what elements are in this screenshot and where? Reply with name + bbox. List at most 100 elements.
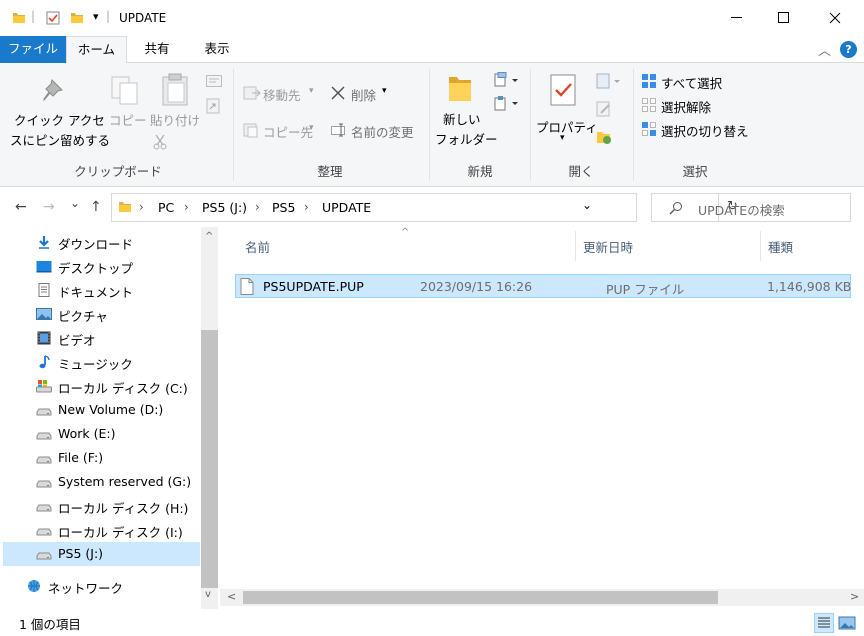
copy-path-icon[interactable] bbox=[206, 75, 222, 87]
drive-icon bbox=[36, 456, 52, 464]
collapse-ribbon-icon[interactable]: ︿ bbox=[818, 40, 831, 59]
nav-item-label: ダウンロード bbox=[58, 237, 134, 252]
scroll-down-arrow[interactable]: v bbox=[205, 589, 211, 600]
column-header-modified[interactable]: 更新日時 bbox=[583, 237, 633, 256]
select-all-label: すべて選択 bbox=[661, 76, 723, 91]
back-button[interactable]: ← bbox=[15, 199, 27, 215]
delete-button[interactable]: 削除 ▾ bbox=[329, 83, 393, 103]
new-group-label: 新規 bbox=[467, 164, 493, 179]
breadcrumb-pc[interactable]: PC bbox=[158, 200, 174, 215]
details-view-icon[interactable] bbox=[814, 613, 834, 633]
search-input[interactable]: UPDATEの検索 bbox=[651, 193, 851, 222]
breadcrumb-ps5-drive[interactable]: PS5 (J:) bbox=[202, 200, 247, 215]
new-folder-quick-icon[interactable] bbox=[70, 11, 84, 25]
sort-indicator-icon: ^ bbox=[401, 227, 410, 238]
nav-item-desktop[interactable]: デスクトップ bbox=[3, 254, 200, 278]
nav-item-label: ピクチャ bbox=[58, 309, 108, 324]
nav-item-label: ドキュメント bbox=[58, 285, 134, 300]
quick-access-dropdown[interactable]: ▾ bbox=[93, 10, 99, 23]
breadcrumb-update-folder[interactable]: UPDATE bbox=[322, 200, 371, 215]
nav-item-pictures[interactable]: ピクチャ bbox=[3, 302, 200, 326]
open-icon[interactable] bbox=[596, 73, 622, 89]
invert-selection-button[interactable]: 選択の切り替え bbox=[639, 119, 759, 139]
edit-icon[interactable] bbox=[596, 101, 612, 117]
new-folder-label-line1: 新しい bbox=[443, 112, 481, 127]
ribbon-separator bbox=[429, 69, 430, 181]
breadcrumb-ps5-folder[interactable]: PS5 bbox=[272, 200, 295, 215]
nav-pane-scroll-thumb[interactable] bbox=[201, 330, 218, 588]
move-to-button[interactable]: 移動先 ▾ bbox=[241, 83, 321, 103]
nav-item-drive-e[interactable]: Work (E:) bbox=[3, 422, 200, 446]
nav-item-drive-g[interactable]: System reserved (G:) bbox=[3, 470, 200, 494]
nav-item-documents[interactable]: ドキュメント bbox=[3, 278, 200, 302]
select-all-button[interactable]: すべて選択 bbox=[639, 71, 759, 91]
nav-item-drive-h[interactable]: ローカル ディスク (H:) bbox=[3, 494, 200, 518]
nav-item-drive-j[interactable]: PS5 (J:) bbox=[3, 542, 200, 566]
select-none-button[interactable]: 選択解除 bbox=[639, 95, 759, 115]
nav-item-music[interactable]: ミュージック bbox=[3, 350, 200, 374]
easy-access-icon[interactable] bbox=[494, 95, 520, 111]
nav-item-drive-d[interactable]: New Volume (D:) bbox=[3, 398, 200, 422]
drive-icon bbox=[36, 408, 52, 416]
maximize-icon bbox=[778, 12, 789, 23]
nav-item-videos[interactable]: ビデオ bbox=[3, 326, 200, 350]
properties-button[interactable]: プロパティ ▾ bbox=[534, 71, 598, 151]
breadcrumb-separator: › bbox=[304, 200, 309, 214]
tab-file[interactable]: ファイル bbox=[0, 36, 66, 63]
close-button[interactable] bbox=[812, 0, 858, 36]
cut-icon[interactable] bbox=[153, 134, 167, 150]
tab-home[interactable]: ホーム bbox=[66, 36, 127, 64]
table-row[interactable]: PS5UPDATE.PUP 2023/09/15 16:26 PUP ファイル … bbox=[235, 274, 851, 298]
paste-shortcut-icon[interactable] bbox=[206, 98, 220, 114]
paste-button[interactable]: 貼り付け bbox=[148, 73, 202, 133]
scroll-left-arrow[interactable]: < bbox=[227, 590, 236, 603]
nav-item-label: ミュージック bbox=[58, 357, 133, 372]
history-icon[interactable] bbox=[596, 129, 612, 145]
minimize-button[interactable] bbox=[714, 0, 760, 36]
nav-item-drive-i[interactable]: ローカル ディスク (I:) bbox=[3, 518, 200, 542]
nav-item-downloads[interactable]: ダウンロード bbox=[3, 230, 200, 254]
horizontal-scroll-thumb[interactable] bbox=[243, 591, 718, 604]
scroll-up-arrow[interactable]: ^ bbox=[205, 231, 213, 242]
address-bar[interactable]: › PC › PS5 (J:) › PS5 › UPDATE ⌄ ↻ bbox=[111, 193, 738, 222]
nav-item-drive-c[interactable]: ローカル ディスク (C:) bbox=[3, 374, 200, 398]
scroll-right-arrow[interactable]: > bbox=[850, 590, 859, 603]
column-divider[interactable] bbox=[575, 231, 576, 261]
nav-item-label: PS5 (J:) bbox=[58, 546, 104, 561]
copy-to-button[interactable]: コピー先 ▾ bbox=[241, 120, 321, 140]
column-divider[interactable] bbox=[760, 231, 761, 261]
help-icon[interactable]: ? bbox=[840, 41, 857, 58]
rename-button[interactable]: 名前の変更 bbox=[329, 120, 424, 140]
new-folder-button[interactable]: 新しい フォルダー bbox=[433, 71, 498, 151]
pin-to-quick-access-button[interactable]: クイック アクセ スにピン留めする bbox=[8, 73, 110, 153]
nav-item-label: ネットワーク bbox=[48, 581, 124, 596]
column-header-type[interactable]: 種類 bbox=[768, 237, 793, 256]
breadcrumb-separator: › bbox=[184, 200, 189, 214]
forward-button[interactable]: → bbox=[43, 199, 55, 215]
tab-share[interactable]: 共有 bbox=[130, 36, 184, 63]
nav-item-label: ローカル ディスク (C:) bbox=[58, 381, 188, 396]
rename-label: 名前の変更 bbox=[351, 125, 414, 140]
nav-item-drive-f[interactable]: File (F:) bbox=[3, 446, 200, 470]
tab-view[interactable]: 表示 bbox=[190, 36, 244, 63]
properties-icon bbox=[550, 74, 576, 106]
folder-icon bbox=[119, 202, 131, 212]
nav-item-network[interactable]: ネットワーク bbox=[0, 574, 190, 598]
rename-icon bbox=[331, 123, 345, 137]
breadcrumb-separator: › bbox=[139, 200, 144, 214]
horizontal-scrollbar[interactable]: < > bbox=[220, 589, 864, 606]
copy-button[interactable]: コピー bbox=[108, 73, 147, 133]
new-item-icon[interactable] bbox=[494, 72, 520, 88]
properties-quick-icon[interactable] bbox=[46, 11, 60, 25]
column-header-name[interactable]: 名前 bbox=[245, 237, 270, 256]
address-dropdown-button[interactable]: ⌄ bbox=[582, 198, 592, 212]
delete-label: 削除 bbox=[351, 88, 377, 103]
clipboard-group-label: クリップボード bbox=[74, 164, 162, 179]
up-button[interactable]: ↑ bbox=[90, 199, 102, 215]
large-icons-view-icon[interactable] bbox=[838, 614, 856, 632]
search-icon bbox=[669, 202, 682, 215]
recent-locations-button[interactable]: ⌄ bbox=[70, 196, 80, 210]
nav-item-label: File (F:) bbox=[58, 450, 104, 465]
maximize-button[interactable] bbox=[760, 0, 806, 36]
breadcrumb-separator: › bbox=[255, 200, 260, 214]
